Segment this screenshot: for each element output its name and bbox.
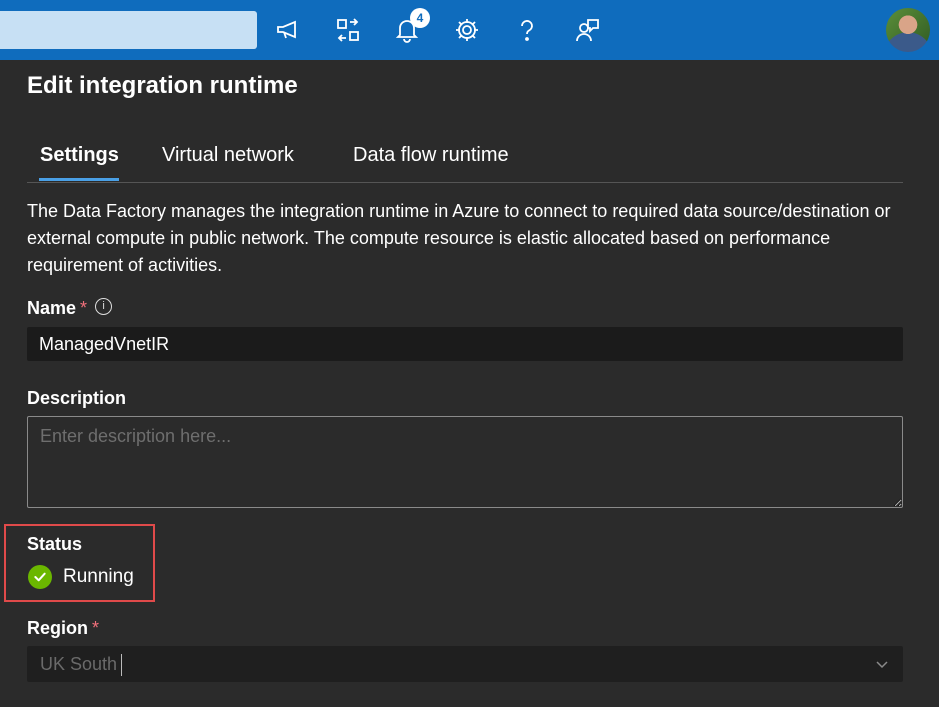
info-icon[interactable]: i [95,298,113,315]
search-input[interactable] [0,11,257,49]
help-icon[interactable] [509,12,545,48]
name-label: Name * i [27,298,113,319]
notification-count-badge: 4 [410,8,430,28]
settings-icon[interactable] [449,12,485,48]
avatar[interactable] [886,8,930,52]
page-title: Edit integration runtime [27,72,298,99]
feedback-icon[interactable] [569,12,605,48]
region-label-text: Region [27,618,88,638]
tab-settings[interactable]: Settings [40,144,119,177]
name-field[interactable] [27,327,903,361]
announcement-icon[interactable] [270,12,306,48]
tab-data-flow-runtime[interactable]: Data flow runtime [353,144,509,177]
status-value: Running [63,566,134,587]
tab-bar: Settings Virtual network Data flow runti… [27,140,903,183]
region-label: Region * [27,618,99,639]
active-tab-indicator [39,178,119,181]
required-mark: * [80,298,88,318]
region-value: UK South [40,654,118,674]
description-field[interactable] [27,416,903,508]
top-bar: 4 [0,0,939,60]
panel-description: The Data Factory manages the integration… [27,201,891,275]
description-label: Description [27,388,127,408]
status-label: Status [27,534,83,554]
text-cursor [121,654,122,676]
switch-directory-icon[interactable] [330,12,366,48]
name-label-text: Name [27,298,77,318]
region-select[interactable]: UK South [27,646,903,682]
chevron-down-icon[interactable] [875,657,889,671]
required-mark: * [92,618,100,638]
tab-virtual-network[interactable]: Virtual network [162,144,294,177]
check-circle-icon [28,565,52,589]
